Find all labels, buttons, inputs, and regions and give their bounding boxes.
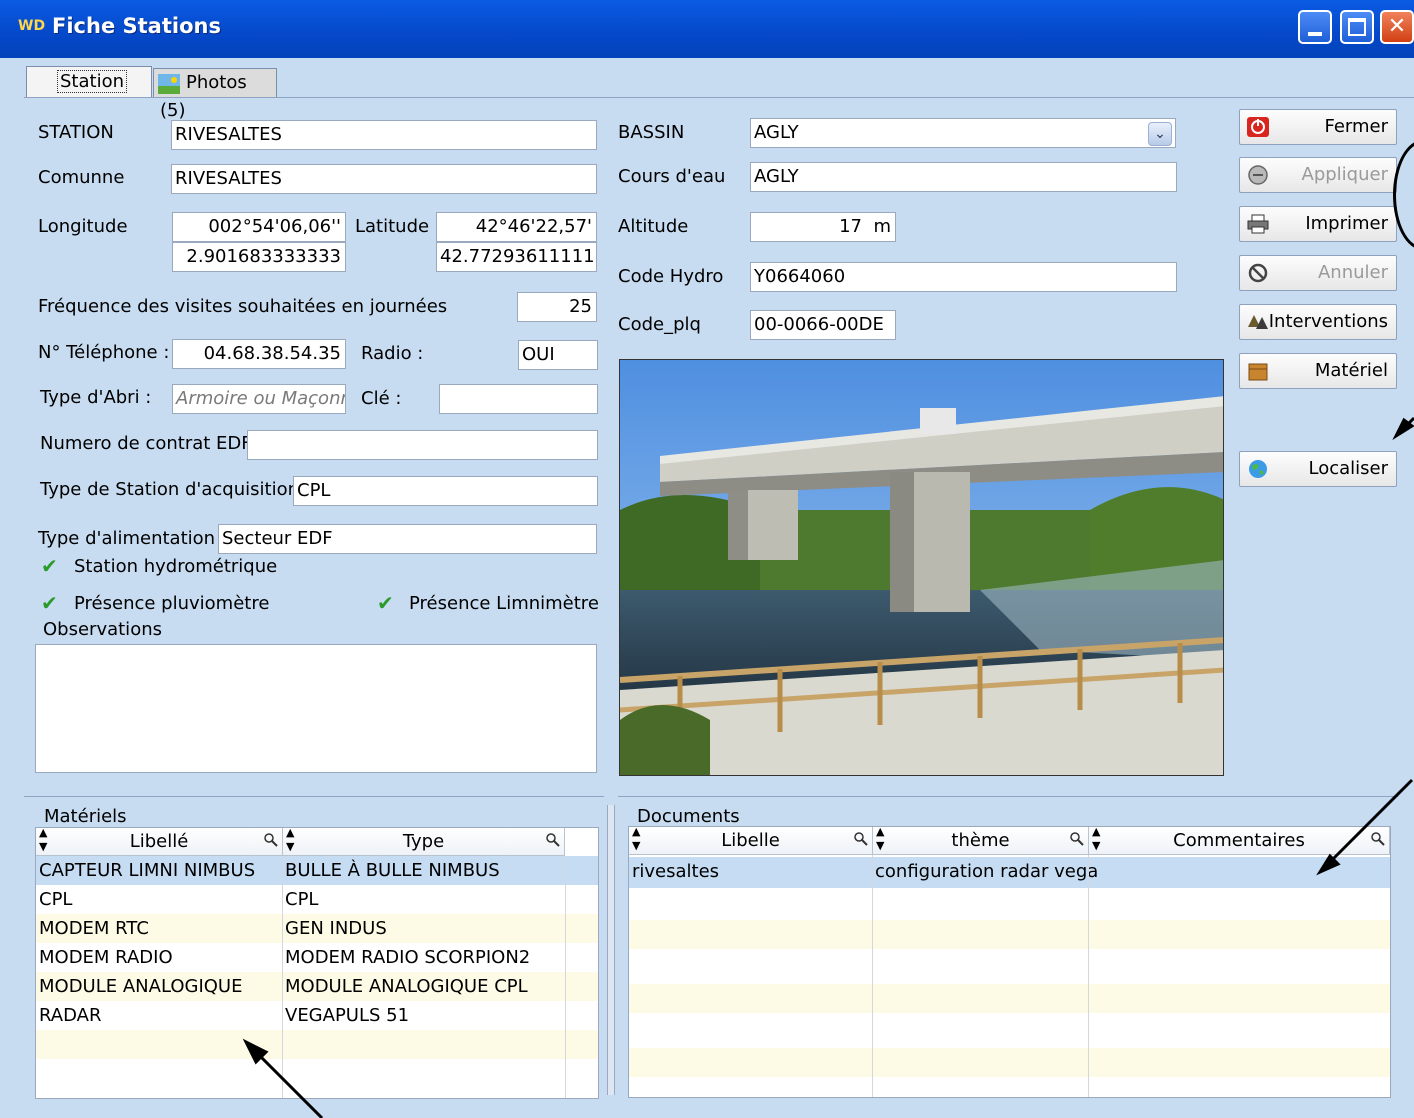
annotation-arrows [242, 416, 1414, 1118]
fiche-stations-window: WD Fiche Stations ✕ Station Photos (5) S… [0, 0, 1414, 1118]
